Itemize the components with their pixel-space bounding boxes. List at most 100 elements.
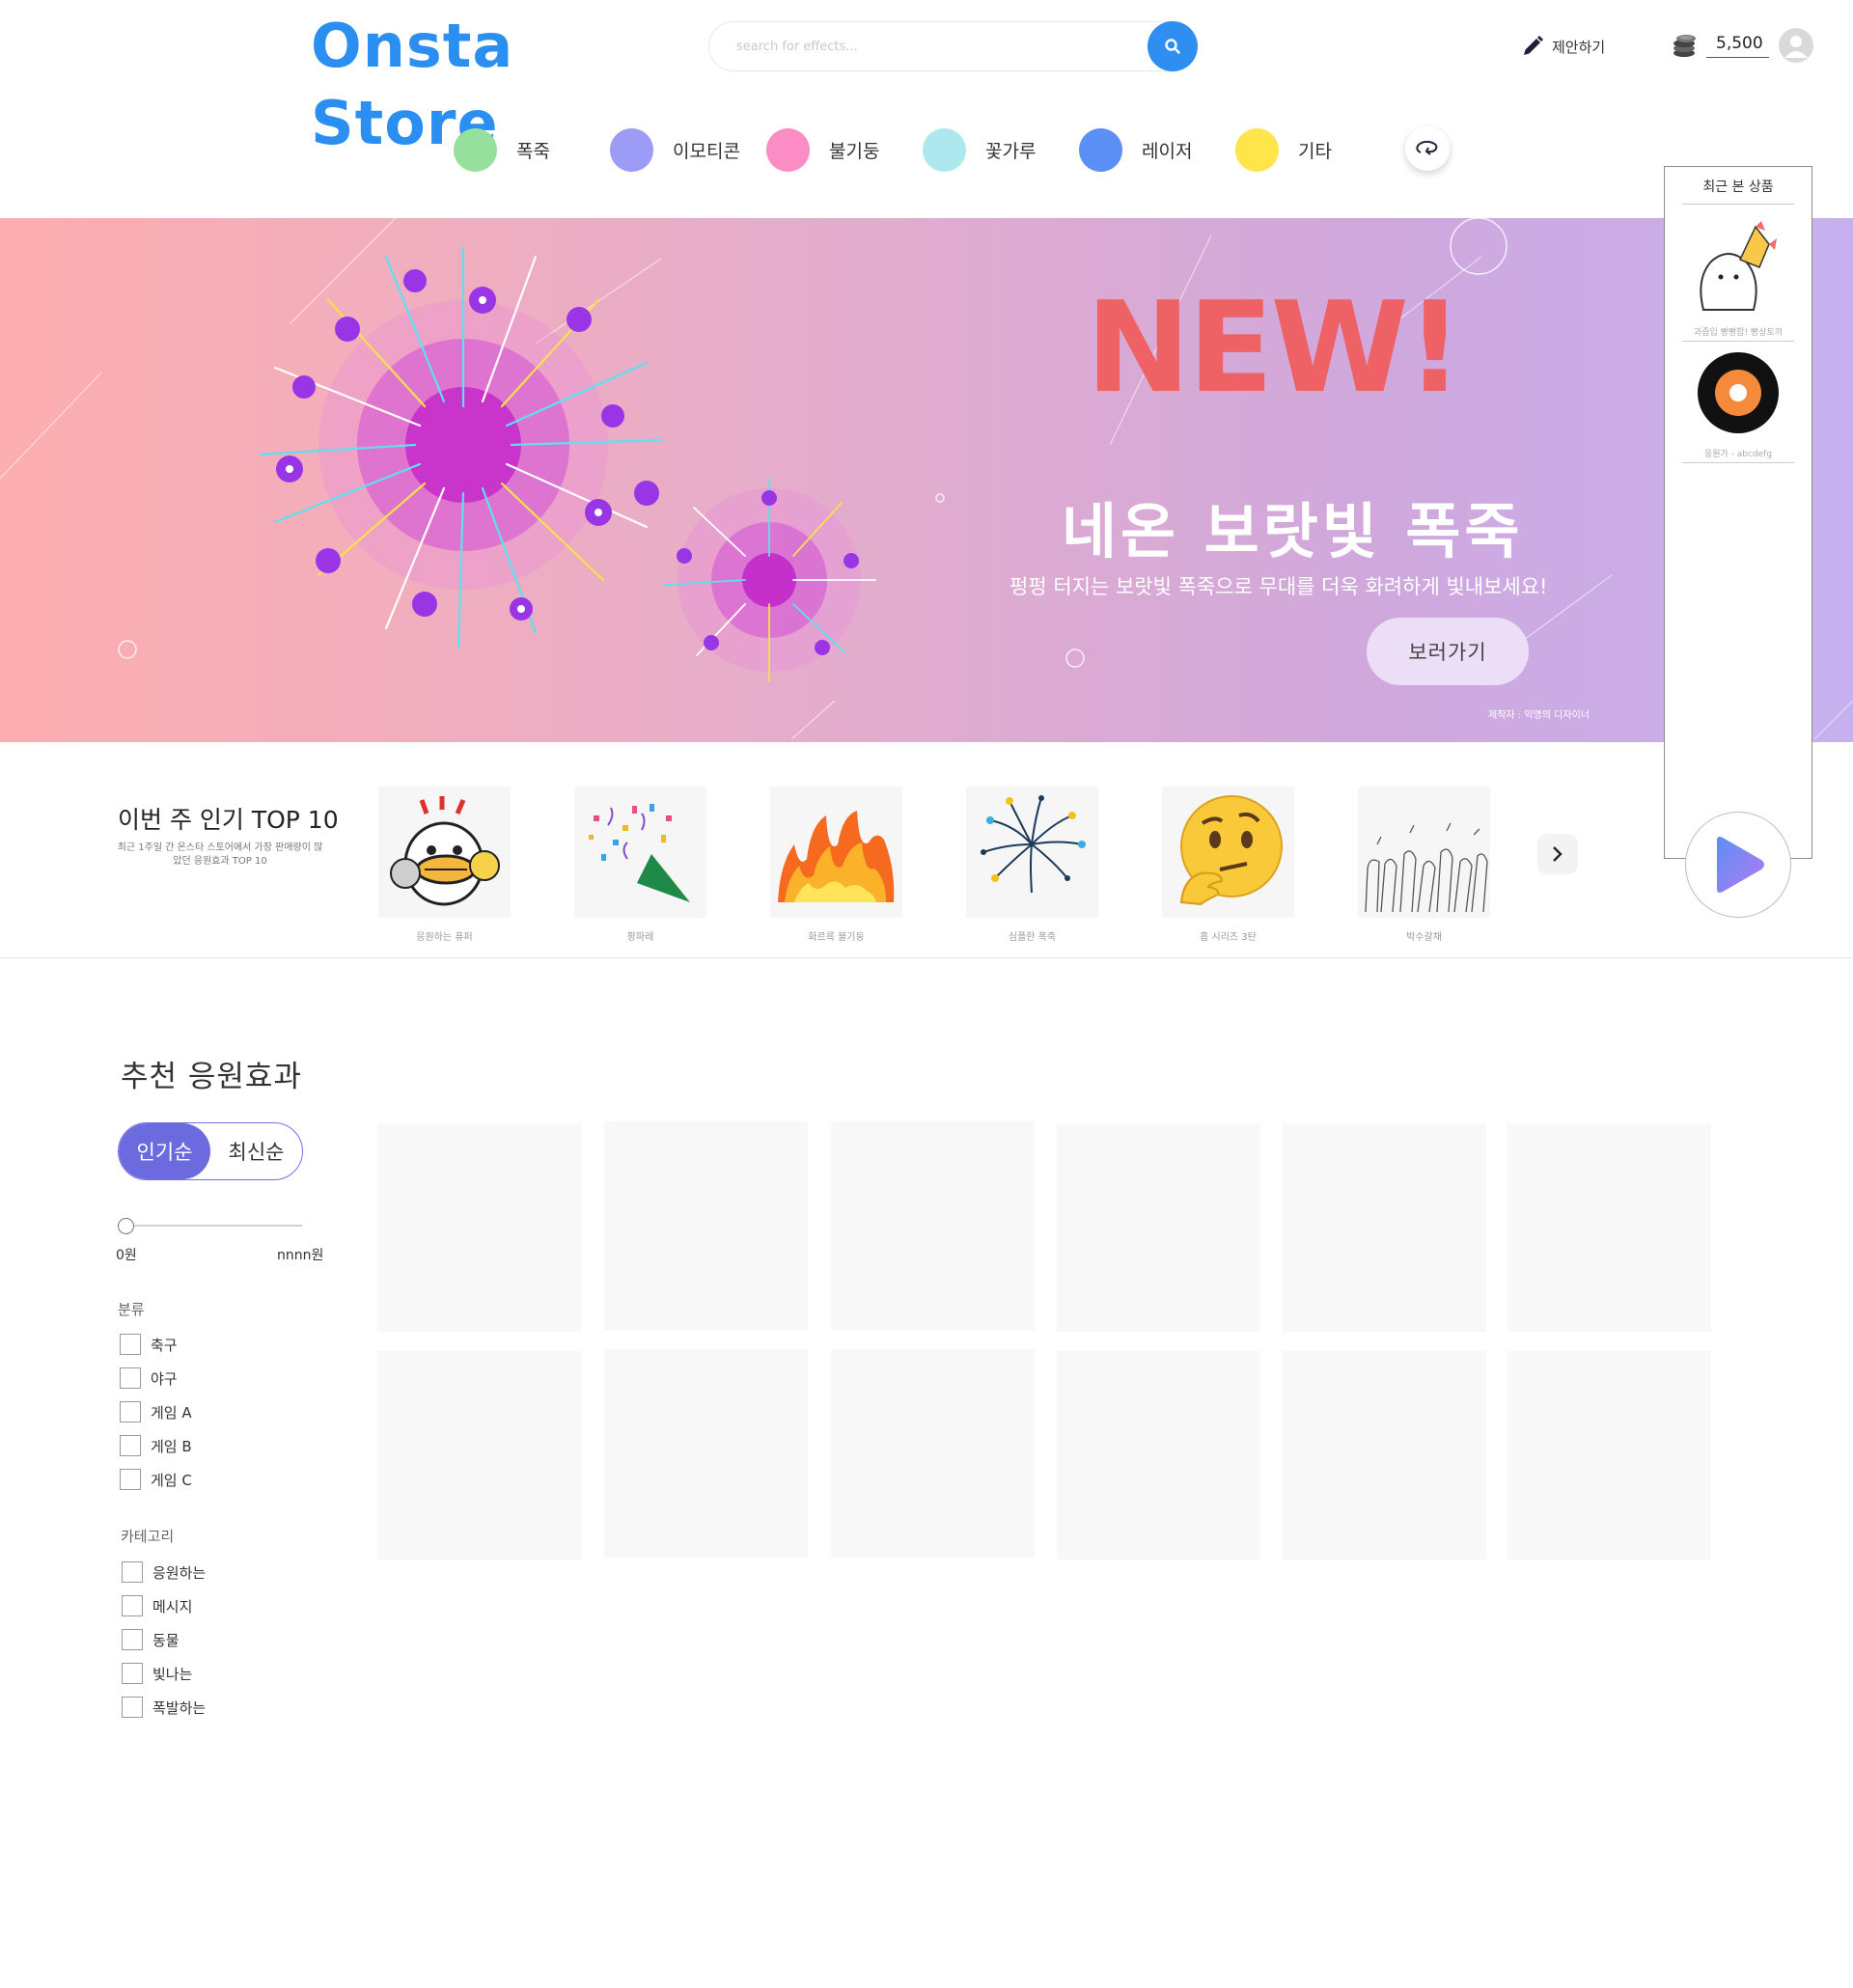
party-popper-icon [589,804,690,902]
filter-option[interactable]: 게임 C [120,1468,192,1491]
checkbox[interactable] [120,1469,141,1490]
filter-option[interactable]: 메시지 [122,1594,192,1617]
top10-card[interactable] [770,787,902,918]
price-max-label: nnnn원 [277,1248,324,1263]
filter-option-label: 응원하는 [152,1563,207,1582]
banner-decoration [0,218,1853,740]
product-card[interactable] [1057,1123,1260,1332]
sort-latest-button[interactable]: 최신순 [210,1123,302,1179]
sort-popular-button[interactable]: 인기순 [119,1123,210,1179]
checkbox[interactable] [120,1401,141,1422]
top10-label: 팡파레 [626,932,654,943]
product-card[interactable] [1057,1351,1260,1560]
refresh-button[interactable] [1405,126,1450,171]
category-fireworks[interactable]: 폭죽 [454,127,550,172]
chevron-right-icon [1553,846,1563,862]
banner-go-button[interactable]: 보러가기 [1367,618,1529,685]
category-label: 이모티콘 [673,140,740,162]
filter-option-label: 축구 [151,1336,178,1354]
product-card[interactable] [831,1121,1035,1330]
category-confetti[interactable]: 꽃가루 [923,127,1036,172]
checkbox[interactable] [122,1595,143,1616]
recommend-title: 추천 응원효과 [121,1060,302,1094]
hero-banner[interactable] [0,218,1853,742]
filter-option-label: 빛나는 [152,1665,193,1683]
top10-label: 응원하는 퓨퍼 [416,932,473,943]
top10-card[interactable] [1162,787,1294,918]
top10-description: 최근 1주일 간 온스타 스토어에서 가장 판매량이 많았던 응원효과 TOP … [117,842,323,867]
product-card[interactable] [604,1121,808,1330]
category-color-dot [610,127,653,172]
divider [1682,204,1794,205]
filter-group-title: 카테고리 [121,1528,175,1545]
category-emoticon[interactable]: 이모티콘 [610,127,740,172]
suggest-button[interactable]: 제안하기 [1521,33,1605,60]
user-icon [1784,36,1808,58]
category-laser[interactable]: 레이저 [1079,127,1192,172]
top10-label: 화르륵 불기둥 [808,932,865,943]
play-button[interactable] [1685,812,1791,918]
recent-item[interactable] [1682,221,1794,314]
product-card[interactable] [1283,1123,1486,1332]
category-etc[interactable]: 기타 [1235,127,1332,172]
checkbox[interactable] [120,1367,141,1389]
price-slider-handle[interactable] [118,1218,134,1234]
category-label: 레이저 [1142,140,1193,162]
banner-credit: 제작자 : 익명의 디자이너 [1488,710,1590,721]
checkbox[interactable] [120,1435,141,1456]
category-label: 꽃가루 [985,140,1037,162]
category-fire-pillar[interactable]: 불기둥 [766,127,879,172]
top10-card[interactable] [966,787,1098,918]
category-color-dot [766,127,810,172]
product-card[interactable] [377,1351,581,1560]
category-color-dot [1079,127,1122,172]
filter-option[interactable]: 게임 A [120,1400,192,1423]
top10-label: 박수갈채 [1406,932,1442,943]
pencil-icon [1524,36,1543,55]
search-button[interactable] [1148,21,1198,71]
checkbox[interactable] [120,1334,141,1355]
top10-card[interactable] [378,787,511,918]
search-input[interactable] [734,36,1124,57]
search-icon [1165,39,1180,54]
user-avatar[interactable] [1779,28,1813,63]
section-divider [0,957,1853,958]
recent-item[interactable] [1682,352,1794,437]
product-card[interactable] [1283,1351,1486,1560]
price-slider-track[interactable] [125,1225,302,1227]
banner-title: 네온 보랏빛 폭죽 [1062,496,1524,566]
coin-balance: 5,500 [1672,29,1769,62]
product-card[interactable] [377,1123,581,1332]
top10-label: 흠 시리즈 3탄 [1200,932,1257,943]
filter-option-label: 게임 A [151,1403,192,1422]
checkbox[interactable] [122,1697,143,1718]
category-color-dot [454,127,497,172]
product-card[interactable] [1507,1351,1711,1560]
top10-card[interactable] [574,787,706,918]
store-logo[interactable]: Onsta Store [311,8,649,158]
filter-option[interactable]: 야구 [120,1367,178,1390]
recent-item-label: 응원가 - abcdefg [1703,450,1773,459]
firework-icon [981,795,1086,894]
checkbox[interactable] [122,1561,143,1583]
sort-toggle: 인기순 최신순 [118,1122,303,1180]
suggest-label: 제안하기 [1552,38,1606,56]
banner-headline: NEW! [1086,274,1463,421]
filter-option[interactable]: 게임 B [120,1434,192,1457]
filter-option[interactable]: 동물 [122,1628,180,1651]
refresh-icon [1416,140,1438,155]
product-card[interactable] [1507,1123,1711,1332]
filter-option[interactable]: 빛나는 [122,1662,192,1685]
checkbox[interactable] [122,1629,143,1650]
divider [1682,341,1794,342]
checkbox[interactable] [122,1663,143,1684]
filter-option[interactable]: 폭발하는 [122,1696,206,1719]
filter-option-label: 게임 B [151,1437,192,1455]
product-card[interactable] [831,1349,1035,1558]
product-card[interactable] [604,1349,808,1558]
top10-next-button[interactable] [1537,834,1578,874]
filter-option[interactable]: 축구 [120,1333,178,1356]
top10-card[interactable] [1358,787,1490,918]
filter-option[interactable]: 응원하는 [122,1560,206,1584]
clapping-hands-icon [1365,822,1488,913]
